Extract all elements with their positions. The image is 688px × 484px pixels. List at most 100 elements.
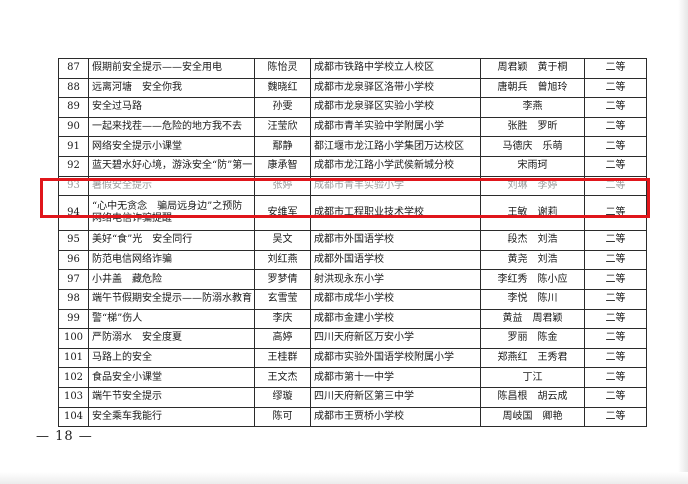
- author-name: 罗梦倩: [254, 269, 311, 290]
- prize-level: 二等: [584, 195, 647, 232]
- author-name: 缪璇: [254, 386, 311, 408]
- teacher-names: 李悦 陈川: [480, 288, 585, 310]
- school-name: 成都市工程职业技术学校: [310, 195, 481, 232]
- row-number: 103: [58, 386, 89, 408]
- row-number: 93: [58, 175, 89, 197]
- author-name: 张婷: [254, 175, 311, 197]
- row-number: 100: [58, 328, 89, 349]
- work-title: 安全乘车我能行: [88, 406, 255, 428]
- teacher-names: 李红秀 陈小应: [480, 269, 585, 290]
- author-name: 王桂群: [254, 347, 311, 369]
- prize-level: 二等: [584, 386, 647, 408]
- school-name: 成都市实验外国语学校附属小学: [310, 347, 481, 369]
- school-name: 成都市铁路中学校立人校区: [310, 58, 481, 79]
- school-name: 成都市青羊实验小学: [310, 175, 481, 197]
- page-number: — 18 —: [36, 429, 93, 444]
- table-row: 93 暑假安全提示 张婷 成都市青羊实验小学 刘琳 李婷 二等: [58, 175, 647, 197]
- work-title: 严防溺水 安全度夏: [88, 328, 255, 349]
- work-title: 小井盖 藏危险: [88, 269, 255, 290]
- work-title: 假期前安全提示——安全用电: [88, 58, 255, 79]
- school-name: 成都外国语学校: [310, 249, 481, 271]
- row-number: 98: [58, 288, 89, 310]
- prize-level: 二等: [584, 249, 647, 271]
- table-row: 92 蓝天碧水好心境，游泳安全“防”第一 康承智 成都市龙江路小学武侯新城分校 宋雨珂二…: [58, 155, 647, 177]
- row-number: 87: [58, 58, 89, 79]
- table-row: 104 安全乘车我能行 陈可 成都市王贾桥小学校 周岐国 卿艳 二等: [58, 406, 647, 428]
- row-number: 92: [58, 155, 89, 177]
- table-row: 99 警“梯”伤人 李庆 成都市金建小学校 黄益 周君颖 二等: [58, 308, 647, 330]
- row-number: 102: [58, 367, 89, 388]
- table-row: 90 一起来找茬——危险的地方我不去 汪莹欣 成都市青羊实验中学附属小学 张胜 罗昕 二等: [58, 116, 647, 138]
- prize-level: 二等: [584, 347, 647, 369]
- row-number: 88: [58, 77, 89, 99]
- school-name: 成都市第十一中学: [310, 367, 481, 388]
- work-title: 一起来找茬——危险的地方我不去: [88, 116, 255, 138]
- prize-level: 二等: [584, 269, 647, 290]
- author-name: 高婷: [254, 328, 311, 349]
- author-name: 玄雪莹: [254, 288, 311, 310]
- page-edge-shadow-right: [678, 0, 688, 484]
- table-row: 97 小井盖 藏危险 罗梦倩 射洪现永东小学 李红秀 陈小应 二等: [58, 269, 647, 290]
- table-row: 100 严防溺水 安全度夏 高婷 四川天府新区万安小学 罗丽 陈金 二等: [58, 328, 647, 349]
- row-number: 90: [58, 116, 89, 138]
- table-row: 103 端午节安全提示 缪璇 四川天府新区第三中学 陈昌根 胡云成 二等: [58, 386, 647, 408]
- teacher-names: 黄尧 刘浩: [480, 249, 585, 271]
- school-name: 成都市龙泉驿区洛带小学校: [310, 77, 481, 99]
- row-number: 101: [58, 347, 89, 369]
- author-name: 康承智: [254, 155, 311, 177]
- author-name: 王文杰: [254, 367, 311, 388]
- author-name: 陈怡灵: [254, 58, 311, 79]
- award-table: 87 假期前安全提示——安全用电 陈怡灵 成都市铁路中学校立人校区 周君颖 黄于桐 二等 8…: [58, 58, 647, 428]
- award-table-body: 87 假期前安全提示——安全用电 陈怡灵 成都市铁路中学校立人校区 周君颖 黄于桐 二等 8…: [58, 58, 647, 428]
- author-name: 刘红燕: [254, 249, 311, 271]
- author-name: 鄢静: [254, 136, 311, 157]
- school-name: 成都市王贾桥小学校: [310, 406, 481, 428]
- row-number: 94: [58, 195, 89, 232]
- teacher-names: 唐朝兵 曾旭玲: [480, 77, 585, 99]
- table-row: 98 端午节假期安全提示——防溺水教育 玄雪莹 成都市成华小学校 李悦 陈川 二等: [58, 288, 647, 310]
- school-name: 四川天府新区第三中学: [310, 386, 481, 408]
- work-title: 马路上的安全: [88, 347, 255, 369]
- school-name: 成都市成华小学校: [310, 288, 481, 310]
- table-row: 94 “心中无贪念 骗局远身边”之预防网络电信诈骗提醒 安维军 成都市工程职业技术学校…: [58, 195, 647, 232]
- prize-level: 二等: [584, 116, 647, 138]
- teacher-names: 郑燕红 王秀君: [480, 347, 585, 369]
- teacher-names: 段杰 刘浩: [480, 230, 585, 251]
- prize-level: 二等: [584, 308, 647, 330]
- table-row: 101 马路上的安全 王桂群 成都市实验外国语学校附属小学 郑燕红 王秀君 二等: [58, 347, 647, 369]
- prize-level: 二等: [584, 230, 647, 251]
- teacher-names: 刘琳 李婷: [480, 175, 585, 197]
- author-name: 李庆: [254, 308, 311, 330]
- teacher-names: 王敏 谢莉: [480, 195, 585, 232]
- author-name: 汪莹欣: [254, 116, 311, 138]
- prize-level: 二等: [584, 406, 647, 428]
- prize-level: 二等: [584, 328, 647, 349]
- school-name: 都江堰市龙江路小学集团万达校区: [310, 136, 481, 157]
- prize-level: 二等: [584, 97, 647, 118]
- school-name: 四川天府新区万安小学: [310, 328, 481, 349]
- teacher-names: 丁江: [480, 367, 585, 388]
- prize-level: 二等: [584, 175, 647, 197]
- teacher-names: 张胜 罗昕: [480, 116, 585, 138]
- teacher-names: 黄益 周君颖: [480, 308, 585, 330]
- school-name: 射洪现永东小学: [310, 269, 481, 290]
- prize-level: 二等: [584, 367, 647, 388]
- table-row: 102 食品安全小课堂 王文杰 成都市第十一中学 丁江 二等: [58, 367, 647, 388]
- teacher-names: 宋雨珂: [480, 155, 585, 177]
- work-title: 食品安全小课堂: [88, 367, 255, 388]
- author-name: 魏晓红: [254, 77, 311, 99]
- row-number: 89: [58, 97, 89, 118]
- row-number: 95: [58, 230, 89, 251]
- row-number: 97: [58, 269, 89, 290]
- work-title: 警“梯”伤人: [88, 308, 255, 330]
- author-name: 陈可: [254, 406, 311, 428]
- page-edge-shadow-bottom: [0, 472, 688, 484]
- work-title: “心中无贪念 骗局远身边”之预防网络电信诈骗提醒: [88, 195, 255, 232]
- school-name: 成都市青羊实验中学附属小学: [310, 116, 481, 138]
- prize-level: 二等: [584, 77, 647, 99]
- table-row: 89 安全过马路 孙雯 成都市龙泉驿区实验小学校 李燕 二等: [58, 97, 647, 118]
- teacher-names: 周君颖 黄于桐: [480, 58, 585, 79]
- author-name: 吴文: [254, 230, 311, 251]
- table-row: 96 防范电信网络诈骗 刘红燕 成都外国语学校 黄尧 刘浩 二等: [58, 249, 647, 271]
- table-row: 88 远离河塘 安全你我 魏晓红 成都市龙泉驿区洛带小学校 唐朝兵 曾旭玲 二等: [58, 77, 647, 99]
